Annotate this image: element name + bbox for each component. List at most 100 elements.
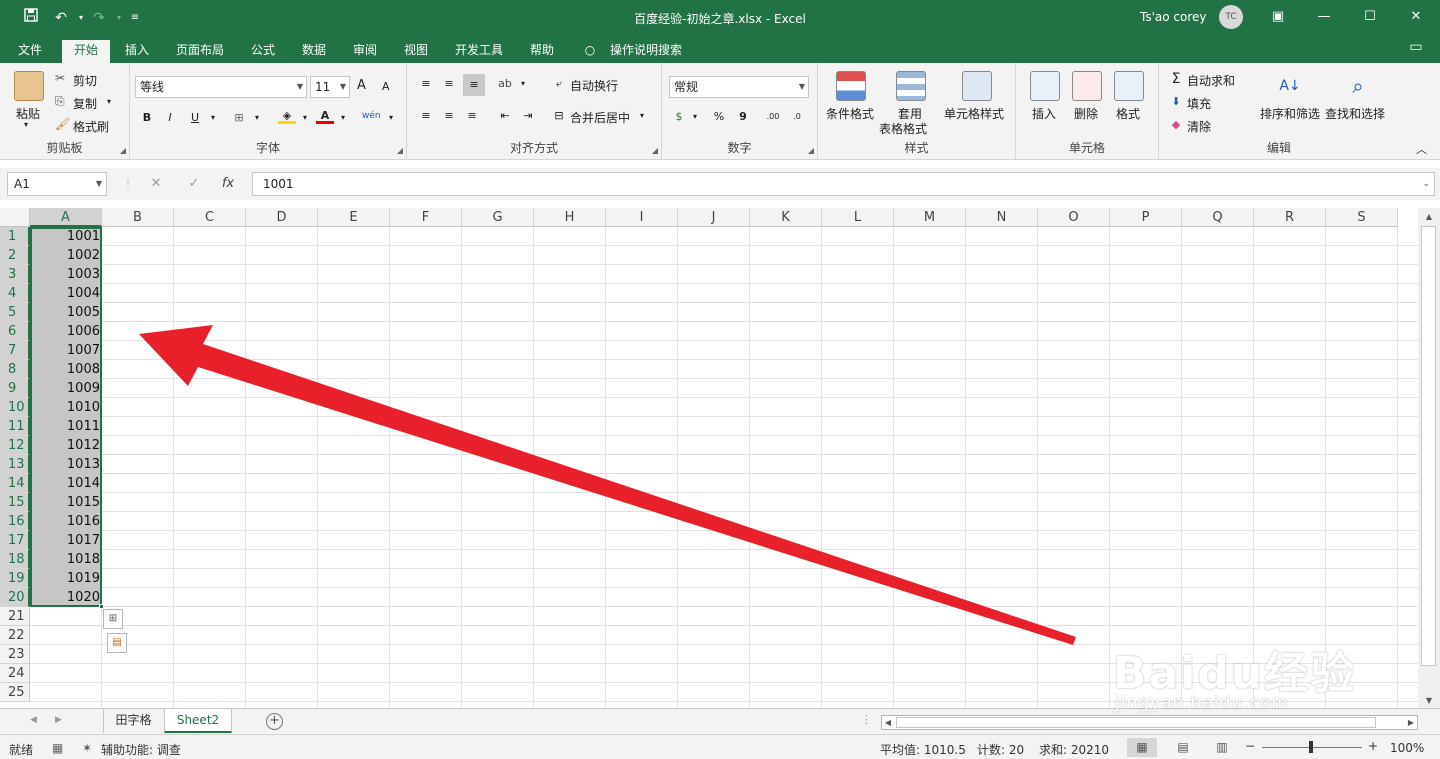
format-cells-icon[interactable] (1114, 71, 1144, 101)
column-header-D[interactable]: D (246, 208, 318, 227)
comma-style-button[interactable]: 9 (734, 109, 752, 125)
font-color-icon[interactable]: A (316, 108, 334, 124)
cell-A10[interactable]: 1010 (30, 398, 100, 417)
copy-button[interactable]: 复制 (73, 95, 97, 112)
add-sheet-icon[interactable]: + (266, 713, 283, 730)
autosum-button[interactable]: 自动求和 (1187, 72, 1235, 89)
format-cells-button[interactable]: 格式 (1116, 105, 1140, 122)
align-center-icon[interactable]: ≡ (440, 108, 458, 124)
column-header-G[interactable]: G (462, 208, 534, 227)
cancel-entry-icon[interactable]: ✕ (146, 174, 166, 194)
row-header-4[interactable]: 4 (0, 284, 30, 303)
cell-A17[interactable]: 1017 (30, 531, 100, 550)
column-header-J[interactable]: J (678, 208, 750, 227)
currency-dropdown-icon[interactable]: ▾ (686, 109, 704, 125)
wrap-text-icon[interactable]: ⤶ (550, 76, 568, 92)
tab-page-layout[interactable]: 页面布局 (170, 40, 230, 63)
confirm-entry-icon[interactable]: ✓ (184, 174, 204, 194)
row-header-11[interactable]: 11 (0, 417, 30, 436)
maximize-icon[interactable]: ☐ (1350, 4, 1390, 30)
row-header-1[interactable]: 1 (0, 227, 30, 246)
column-header-O[interactable]: O (1038, 208, 1110, 227)
percent-button[interactable]: % (710, 109, 728, 125)
page-break-view-icon[interactable]: ▥ (1207, 738, 1237, 757)
decrease-indent-icon[interactable]: ⇤ (496, 108, 514, 124)
cell-A7[interactable]: 1007 (30, 341, 100, 360)
insert-cells-button[interactable]: 插入 (1032, 105, 1056, 122)
cell-A4[interactable]: 1004 (30, 284, 100, 303)
merge-center-icon[interactable]: ⊟ (550, 108, 568, 124)
select-all-corner[interactable] (0, 208, 30, 227)
fill-icon[interactable]: ⬇ (1167, 94, 1185, 110)
row-header-10[interactable]: 10 (0, 398, 30, 417)
zoom-in-icon[interactable]: + (1368, 739, 1378, 753)
column-header-L[interactable]: L (822, 208, 894, 227)
worksheet-grid[interactable]: ABCDEFGHIJKLMNOPQRS 1 2 3 4 5 6 7 8 9 10 11 12 13 14 1… (0, 208, 1440, 708)
italic-button[interactable]: I (161, 110, 179, 126)
align-bottom-icon[interactable]: ≡ (463, 74, 485, 96)
cell-A9[interactable]: 1009 (30, 379, 100, 398)
tab-help[interactable]: 帮助 (521, 40, 563, 63)
align-top-icon[interactable]: ≡ (417, 76, 435, 92)
column-header-P[interactable]: P (1110, 208, 1182, 227)
prev-sheet-icon[interactable]: ◀ (30, 715, 37, 725)
conditional-formatting-button[interactable]: 条件格式 (826, 105, 874, 122)
column-header-F[interactable]: F (390, 208, 462, 227)
cell-styles-icon[interactable] (962, 71, 992, 101)
increase-indent-icon[interactable]: ⇥ (519, 108, 537, 124)
row-header-24[interactable]: 24 (0, 664, 30, 683)
column-header-I[interactable]: I (606, 208, 678, 227)
column-header-H[interactable]: H (534, 208, 606, 227)
find-select-button[interactable]: 查找和选择 (1325, 105, 1385, 122)
clear-button[interactable]: 清除 (1187, 118, 1211, 135)
bold-button[interactable]: B (138, 110, 156, 126)
cell-A20[interactable]: 1020 (30, 588, 100, 607)
accessibility-icon[interactable]: ✶ (82, 741, 92, 755)
column-header-R[interactable]: R (1254, 208, 1326, 227)
number-format-select[interactable]: 常规 ▼ (669, 76, 809, 98)
clipboard-launcher-icon[interactable]: ◢ (120, 146, 126, 155)
row-header-15[interactable]: 15 (0, 493, 30, 512)
column-header-A[interactable]: A (30, 208, 102, 227)
tab-split-handle-icon[interactable]: ⋮ (861, 713, 872, 726)
orientation-dropdown-icon[interactable]: ▾ (514, 76, 532, 92)
cell-A6[interactable]: 1006 (30, 322, 100, 341)
column-header-N[interactable]: N (966, 208, 1038, 227)
paste-dropdown-icon[interactable]: ▾ (24, 120, 28, 129)
next-sheet-icon[interactable]: ▶ (55, 715, 62, 725)
auto-fill-options-icon[interactable]: ▤ (107, 633, 127, 653)
avatar[interactable]: TC (1219, 5, 1243, 29)
cell-A13[interactable]: 1013 (30, 455, 100, 474)
decrease-font-size-button[interactable]: A (382, 80, 390, 93)
row-header-9[interactable]: 9 (0, 379, 30, 398)
borders-icon[interactable]: ⊞ (230, 110, 248, 126)
cell-area[interactable] (30, 227, 1418, 708)
align-right-icon[interactable]: ≡ (463, 108, 481, 124)
page-layout-view-icon[interactable]: ▤ (1168, 738, 1198, 757)
tell-me-search[interactable]: 操作说明搜索 (604, 40, 688, 63)
format-painter-button[interactable]: 格式刷 (73, 118, 109, 135)
row-header-8[interactable]: 8 (0, 360, 30, 379)
cell-A12[interactable]: 1012 (30, 436, 100, 455)
column-header-Q[interactable]: Q (1182, 208, 1254, 227)
cell-A11[interactable]: 1011 (30, 417, 100, 436)
cell-A5[interactable]: 1005 (30, 303, 100, 322)
quick-analysis-icon[interactable]: ⊞ (103, 609, 123, 629)
font-name-select[interactable]: 等线 ▼ (135, 76, 307, 98)
scroll-up-icon[interactable]: ▲ (1422, 212, 1436, 221)
row-header-7[interactable]: 7 (0, 341, 30, 360)
cut-icon[interactable]: ✂ (55, 71, 65, 85)
cell-A3[interactable]: 1003 (30, 265, 100, 284)
tab-view[interactable]: 视图 (395, 40, 437, 63)
cell-styles-button[interactable]: 单元格样式 (944, 105, 1004, 122)
row-header-13[interactable]: 13 (0, 455, 30, 474)
row-header-12[interactable]: 12 (0, 436, 30, 455)
customize-quick-access-icon[interactable]: ≡ (122, 6, 148, 30)
tab-review[interactable]: 审阅 (344, 40, 386, 63)
zoom-slider-thumb[interactable] (1309, 741, 1313, 753)
cell-A2[interactable]: 1002 (30, 246, 100, 265)
column-header-S[interactable]: S (1326, 208, 1398, 227)
autosum-icon[interactable]: Σ (1167, 71, 1185, 87)
cell-A16[interactable]: 1016 (30, 512, 100, 531)
orientation-icon[interactable]: ab (496, 76, 514, 92)
